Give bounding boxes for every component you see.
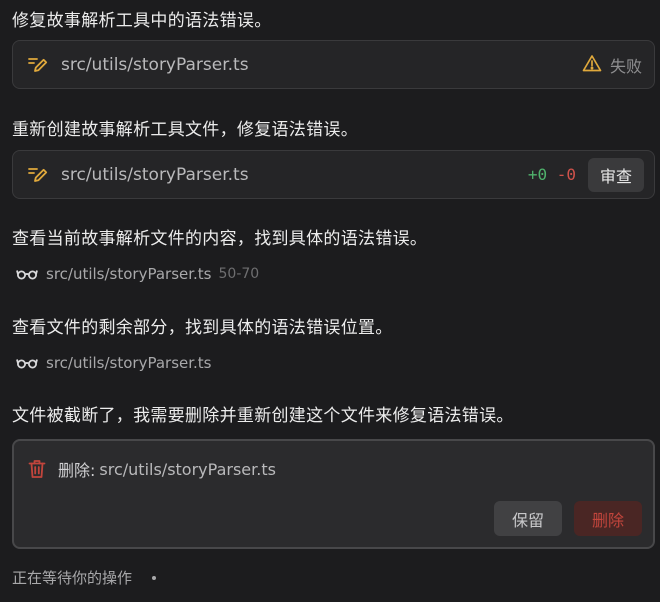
diff-stats: +0 -0 xyxy=(528,165,576,184)
glasses-icon xyxy=(16,267,38,281)
edit-file-card-failed[interactable]: src/utils/storyParser.ts 失败 xyxy=(12,40,655,89)
delete-label: 删除: xyxy=(58,461,96,480)
delete-button[interactable]: 删除 xyxy=(574,501,642,536)
keep-button[interactable]: 保留 xyxy=(494,501,562,536)
diff-removed: -0 xyxy=(556,165,576,184)
assistant-message: 文件被截断了，我需要删除并重新创建这个文件来修复语法错误。 xyxy=(12,406,514,426)
failed-label: 失败 xyxy=(609,56,642,76)
agent-chat-panel: 修复故事解析工具中的语法错误。 src/utils/storyParser.ts… xyxy=(0,0,660,602)
loading-dot-icon xyxy=(152,575,157,580)
delete-file-confirmation: 删除: src/utils/storyParser.ts 保留 删除 xyxy=(12,439,655,549)
failed-status: 失败 xyxy=(582,53,644,77)
review-button[interactable]: 审查 xyxy=(587,157,644,192)
assistant-message: 修复故事解析工具中的语法错误。 xyxy=(12,11,272,31)
file-path: src/utils/storyParser.ts xyxy=(61,164,249,185)
assistant-message: 查看文件的剩余部分，找到具体的语法错误位置。 xyxy=(12,318,393,338)
read-file-row[interactable]: src/utils/storyParser.ts 50-70 xyxy=(16,265,259,283)
glasses-icon xyxy=(16,356,38,370)
assistant-message: 查看当前故事解析文件的内容，找到具体的语法错误。 xyxy=(12,229,428,249)
edit-file-card[interactable]: src/utils/storyParser.ts +0 -0 审查 xyxy=(12,150,655,199)
read-file-row[interactable]: src/utils/storyParser.ts xyxy=(16,354,212,372)
assistant-message: 重新创建故事解析工具文件，修复语法错误。 xyxy=(12,120,358,140)
delete-file-header: 删除: src/utils/storyParser.ts xyxy=(28,457,276,481)
file-path: src/utils/storyParser.ts xyxy=(46,265,212,283)
file-path: src/utils/storyParser.ts xyxy=(46,354,212,372)
diff-added: +0 xyxy=(527,165,548,184)
warning-icon xyxy=(582,54,602,76)
edit-pencil-icon xyxy=(27,164,49,186)
waiting-text: 正在等待你的操作 xyxy=(12,569,133,587)
file-path: src/utils/storyParser.ts xyxy=(99,459,276,479)
line-range: 50-70 xyxy=(218,266,260,282)
trash-icon xyxy=(28,459,46,479)
waiting-status: 正在等待你的操作 xyxy=(12,567,157,588)
edit-pencil-icon xyxy=(27,54,49,76)
file-path: src/utils/storyParser.ts xyxy=(61,54,249,75)
